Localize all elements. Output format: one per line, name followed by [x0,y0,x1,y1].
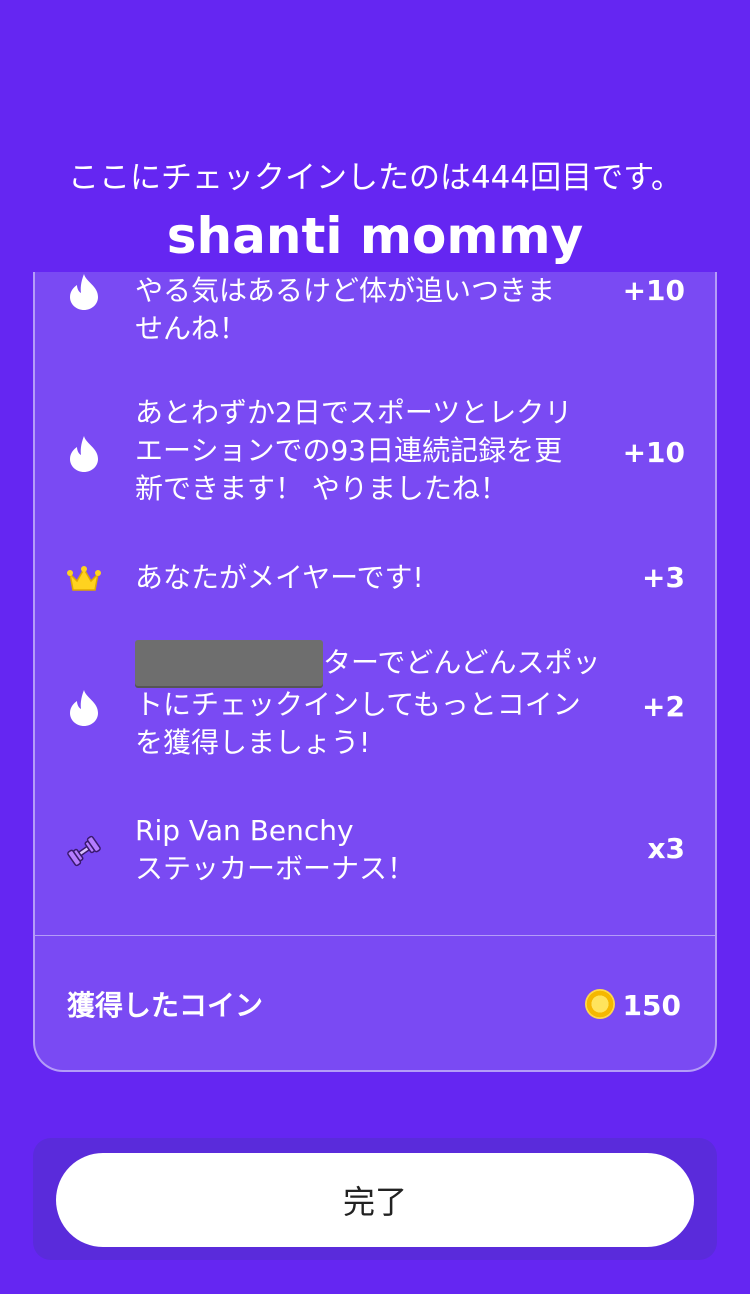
reward-points: +2 [642,690,685,723]
dumbbell-sticker-icon [65,831,103,871]
reward-points: x3 [647,832,685,865]
reward-text-line: 新できます！ やりましたね！ [135,472,508,505]
reward-text-line: Rip Van Benchy [135,814,354,847]
reward-text-line: ステッカーボーナス！ [135,852,416,885]
done-button[interactable]: 完了 [56,1153,694,1247]
flame-icon [65,434,103,474]
reward-points: +3 [642,561,685,594]
reward-text-line: トにチェックインしてもっとコイン [135,688,581,721]
footer-bar: 完了 [33,1138,717,1260]
reward-text-line: やる気はあるけど体が追いつきま [135,274,556,307]
reward-text-line: せんね！ [135,312,248,345]
redacted-block [135,640,323,686]
reward-points: +10 [622,436,685,469]
divider [35,935,715,936]
reward-points: +10 [622,274,685,307]
coins-earned-label: 獲得したコイン [67,989,264,1022]
checkin-count-message: ここにチェックインしたのは444回目です。 [67,160,683,196]
flame-icon [65,688,103,728]
reward-text-line: エーションでの93日連続記録を更 [135,434,563,467]
coin-icon [585,989,615,1019]
coins-earned-value: 150 [622,989,681,1022]
reward-text-line: ターでどんどんスポッ [323,646,601,679]
reward-text-line: あとわずか2日でスポーツとレクリ [135,396,573,429]
venue-name: shanti mommy [166,207,584,265]
crown-icon [65,559,103,599]
reward-text-line: あなたがメイヤーです! [135,561,424,594]
reward-text-line: を獲得しましょう! [135,726,371,759]
flame-icon [65,272,103,312]
rewards-card: やる気はあるけど体が追いつきま せんね！ +10 あとわずか2日でスポーツとレク… [33,272,717,1072]
